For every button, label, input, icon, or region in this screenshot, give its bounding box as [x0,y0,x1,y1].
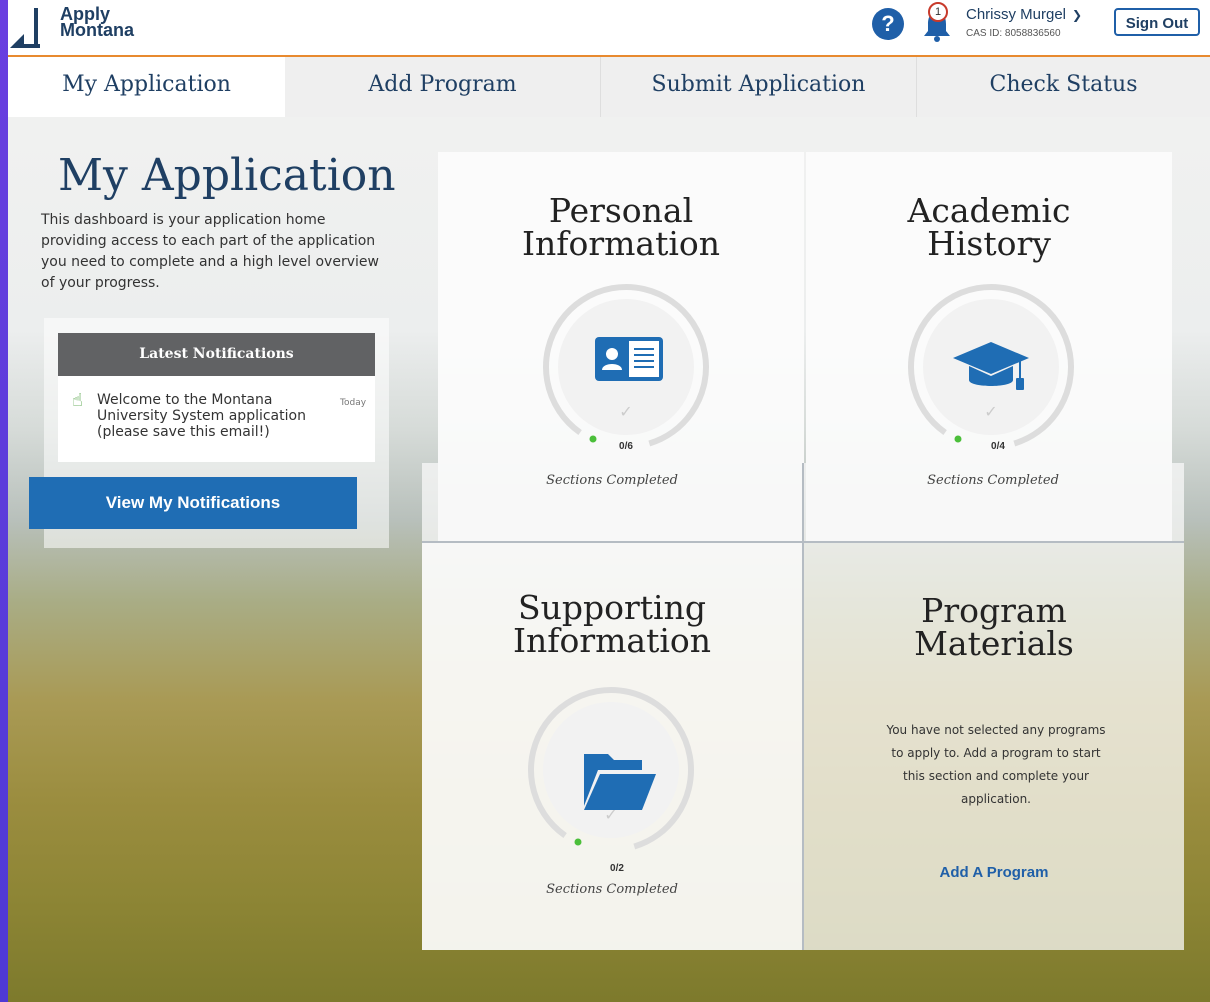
supporting-information-card[interactable]: Supporting Information ✓ 0/2 Sections Com… [422,543,802,950]
notification-item[interactable]: Welcome to the Montana University System… [97,392,317,440]
program-materials-card[interactable]: Program Materials You have not selected a… [804,543,1184,950]
sections-completed-label: Sections Completed [546,882,678,897]
sign-out-button[interactable]: Sign Out [1114,8,1200,36]
top-bar: Apply Montana ? 1 Chrissy Murgel ❯ CAS ID… [8,0,1210,57]
sections-completed-label: Sections Completed [927,473,1059,488]
id-card-icon [595,337,663,381]
user-name: Chrissy Murgel [966,6,1067,23]
svg-text:✓: ✓ [619,402,632,421]
page: Apply Montana ? 1 Chrissy Murgel ❯ CAS ID… [8,0,1210,1002]
hand-pointer-icon: ☝ [72,390,83,411]
notifications-heading: Latest Notifications [58,333,375,376]
graduation-cap-icon [953,342,1029,390]
sections-completed-label: Sections Completed [546,473,678,488]
main-tabs: My Application Add Program Submit Applic… [8,57,1210,117]
card-divider [422,541,1184,543]
intro-text: This dashboard is your application home … [41,212,379,291]
card-title: Personal Information [521,191,721,263]
tab-submit-application[interactable]: Submit Application [601,57,917,117]
program-materials-message: You have not selected any programs to ap… [886,723,1106,806]
apply-montana-logo[interactable]: Apply Montana [10,0,150,50]
help-icon[interactable]: ? [872,8,904,40]
tab-add-program[interactable]: Add Program [285,57,601,117]
card-title: Program Materials [914,591,1074,663]
logo-text: Apply Montana [60,4,134,40]
progress-count: 0/2 [610,863,624,874]
card-title: Supporting Information [512,588,712,660]
logo-mark-icon [10,8,40,48]
tab-my-application[interactable]: My Application [8,57,285,117]
chevron-down-icon: ❯ [1072,8,1083,22]
cas-id: CAS ID: 8058836560 [966,28,1061,39]
progress-count: 0/4 [991,441,1005,452]
user-menu[interactable]: Chrissy Murgel ❯ CAS ID: 8058836560 [966,4,1082,39]
svg-text:✓: ✓ [984,402,997,421]
notification-date: Today [340,398,367,408]
notification-count-badge: 1 [928,2,948,22]
add-a-program-link[interactable]: Add A Program [894,864,1094,881]
tab-check-status[interactable]: Check Status [917,57,1210,117]
folder-icon [584,754,656,810]
card-divider [802,463,804,950]
card-title: Academic History [907,191,1071,263]
page-title: My Application [58,150,396,201]
progress-count: 0/6 [619,441,633,452]
view-notifications-button[interactable]: View My Notifications [29,477,357,529]
